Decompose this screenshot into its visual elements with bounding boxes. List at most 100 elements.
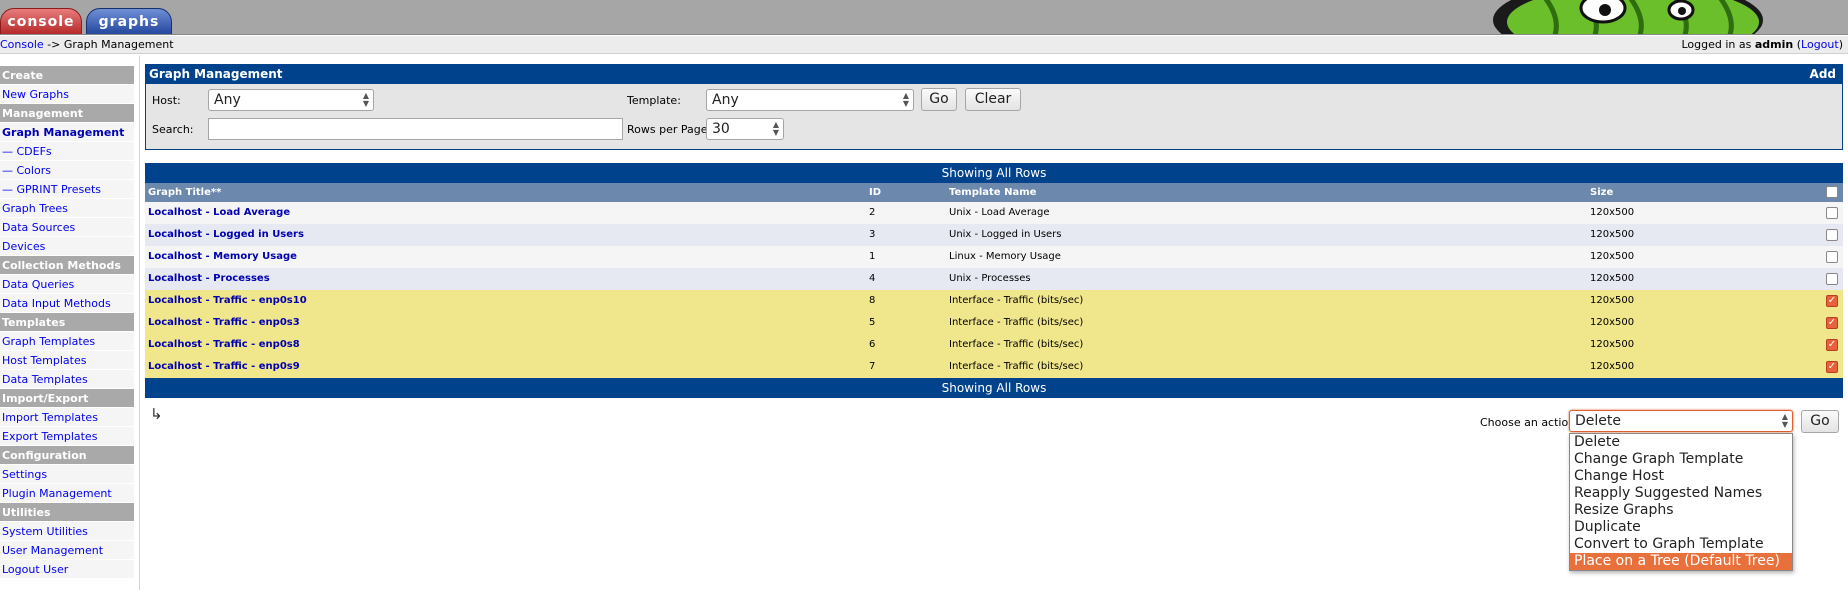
rows-per-page-value: 30 xyxy=(712,121,730,137)
table-row[interactable]: Localhost - Memory Usage 1 Linux - Memory … xyxy=(145,246,1843,268)
sidebar-item-import-templates[interactable]: Import Templates xyxy=(0,408,134,427)
tab-graphs[interactable]: graphs xyxy=(86,8,172,34)
sidebar-item-cdefs[interactable]: — CDEFs xyxy=(0,142,134,161)
row-checkbox[interactable]: ✓ xyxy=(1826,295,1838,307)
sidebar-item-graph-trees[interactable]: Graph Trees xyxy=(0,199,134,218)
row-checkbox[interactable] xyxy=(1826,229,1838,241)
sidebar-section-configuration: Configuration xyxy=(0,446,134,465)
row-checkbox[interactable] xyxy=(1826,273,1838,285)
table-row[interactable]: Localhost - Traffic - enp0s9 7 Interface -… xyxy=(145,356,1843,378)
row-checkbox[interactable]: ✓ xyxy=(1826,317,1838,329)
action-option[interactable]: Change Graph Template xyxy=(1570,451,1792,468)
search-input[interactable] xyxy=(208,118,623,140)
graph-title-link[interactable]: Localhost - Processes xyxy=(148,268,270,290)
action-select[interactable]: Delete ▲ ▼ xyxy=(1569,410,1793,432)
table-row[interactable]: Localhost - Load Average 2 Unix - Load Ave… xyxy=(145,202,1843,224)
host-select[interactable]: Any ▲ ▼ xyxy=(208,89,374,111)
showing-rows-bottom: Showing All Rows xyxy=(145,378,1843,398)
graph-id: 3 xyxy=(869,229,876,240)
table-row[interactable]: Localhost - Traffic - enp0s8 6 Interface -… xyxy=(145,334,1843,356)
corner-arrow-icon: ↳ xyxy=(150,405,163,423)
breadcrumb-console-link[interactable]: Console xyxy=(0,38,44,51)
graph-title-link[interactable]: Localhost - Load Average xyxy=(148,202,290,224)
template-select[interactable]: Any ▲ ▼ xyxy=(706,89,914,111)
sidebar-item-settings[interactable]: Settings xyxy=(0,465,134,484)
rows-per-page-select[interactable]: 30 ▲ ▼ xyxy=(706,118,784,140)
graph-size: 120x500 xyxy=(1590,207,1635,218)
graph-title-link[interactable]: Localhost - Logged in Users xyxy=(148,224,304,246)
table-row[interactable]: Localhost - Traffic - enp0s3 5 Interface -… xyxy=(145,312,1843,334)
action-option[interactable]: Place on a Tree (Default Tree) xyxy=(1570,553,1792,570)
table-header: Graph Title** ID Template Name Size xyxy=(145,183,1843,202)
select-all-checkbox[interactable] xyxy=(1826,186,1838,198)
action-go-button[interactable]: Go xyxy=(1801,410,1839,433)
sidebar-item-plugin-management[interactable]: Plugin Management xyxy=(0,484,134,503)
table-body: Localhost - Load Average 2 Unix - Load Ave… xyxy=(145,202,1843,378)
header-id[interactable]: ID xyxy=(869,183,881,202)
showing-rows-top: Showing All Rows xyxy=(145,163,1843,183)
filter-clear-button[interactable]: Clear xyxy=(965,88,1021,111)
graph-title-link[interactable]: Localhost - Traffic - enp0s9 xyxy=(148,356,300,378)
graph-id: 6 xyxy=(869,339,876,350)
row-checkbox[interactable]: ✓ xyxy=(1826,361,1838,373)
add-button[interactable]: Add xyxy=(1810,65,1836,84)
row-checkbox[interactable] xyxy=(1826,207,1838,219)
sidebar-item-data-templates[interactable]: Data Templates xyxy=(0,370,134,389)
sidebar-item-logout-user[interactable]: Logout User xyxy=(0,560,134,579)
graph-size: 120x500 xyxy=(1590,317,1635,328)
template-name: Unix - Load Average xyxy=(949,207,1050,218)
action-option[interactable]: Reapply Suggested Names xyxy=(1570,485,1792,502)
sidebar-item-graph-templates[interactable]: Graph Templates xyxy=(0,332,134,351)
breadcrumb: Console -> Graph Management xyxy=(0,36,174,53)
header-graph-title[interactable]: Graph Title** xyxy=(148,183,221,202)
sidebar-item-user-management[interactable]: User Management xyxy=(0,541,134,560)
sidebar-item-graph-management[interactable]: Graph Management xyxy=(0,123,134,142)
sidebar-item-gprint-presets[interactable]: — GPRINT Presets xyxy=(0,180,134,199)
table-row[interactable]: Localhost - Logged in Users 3 Unix - Logge… xyxy=(145,224,1843,246)
template-name: Linux - Memory Usage xyxy=(949,251,1061,262)
sidebar-section-collection-methods: Collection Methods xyxy=(0,256,134,275)
action-option[interactable]: Resize Graphs xyxy=(1570,502,1792,519)
sidebar-item-data-input-methods[interactable]: Data Input Methods xyxy=(0,294,134,313)
row-checkbox[interactable] xyxy=(1826,251,1838,263)
header-template-name[interactable]: Template Name xyxy=(949,183,1036,202)
template-select-value: Any xyxy=(712,92,739,108)
select-arrows-icon: ▲ ▼ xyxy=(902,91,909,108)
filter-body: Host: Any ▲ ▼ Template: Any ▲ ▼ Go Clear Sea… xyxy=(146,84,1842,149)
sidebar-item-export-templates[interactable]: Export Templates xyxy=(0,427,134,446)
graph-id: 8 xyxy=(869,295,876,306)
sidebar-item-colors[interactable]: — Colors xyxy=(0,161,134,180)
table-row[interactable]: Localhost - Processes 4 Unix - Processes 12… xyxy=(145,268,1843,290)
graph-title-link[interactable]: Localhost - Memory Usage xyxy=(148,246,297,268)
sidebar-item-host-templates[interactable]: Host Templates xyxy=(0,351,134,370)
sidebar-item-system-utilities[interactable]: System Utilities xyxy=(0,522,134,541)
action-dropdown-list: Delete Change Graph Template Change Host Re… xyxy=(1569,433,1793,571)
header-size: Size xyxy=(1590,187,1614,198)
table-row[interactable]: Localhost - Traffic - enp0s10 8 Interface … xyxy=(145,290,1843,312)
tab-console[interactable]: console xyxy=(0,8,82,34)
row-checkbox[interactable]: ✓ xyxy=(1826,339,1838,351)
graph-id: 4 xyxy=(869,273,876,284)
action-option[interactable]: Change Host xyxy=(1570,468,1792,485)
logout-link[interactable]: Logout xyxy=(1801,38,1839,51)
action-option[interactable]: Delete xyxy=(1570,434,1792,451)
host-select-value: Any xyxy=(214,92,241,108)
host-label: Host: xyxy=(152,94,181,107)
graph-title-link[interactable]: Localhost - Traffic - enp0s10 xyxy=(148,290,307,312)
search-label: Search: xyxy=(152,123,194,136)
login-prefix: Logged in as xyxy=(1681,38,1755,51)
sidebar-item-data-queries[interactable]: Data Queries xyxy=(0,275,134,294)
breadcrumb-bar: Console -> Graph Management Logged in as… xyxy=(0,36,1848,54)
sidebar-item-new-graphs[interactable]: New Graphs xyxy=(0,85,134,104)
sidebar-item-data-sources[interactable]: Data Sources xyxy=(0,218,134,237)
action-option[interactable]: Duplicate xyxy=(1570,519,1792,536)
graph-title-link[interactable]: Localhost - Traffic - enp0s8 xyxy=(148,334,300,356)
breadcrumb-current: -> Graph Management xyxy=(43,38,174,51)
action-option[interactable]: Convert to Graph Template xyxy=(1570,536,1792,553)
sidebar-item-devices[interactable]: Devices xyxy=(0,237,134,256)
sidebar-section-templates: Templates xyxy=(0,313,134,332)
filter-go-button[interactable]: Go xyxy=(921,88,957,111)
graph-title-link[interactable]: Localhost - Traffic - enp0s3 xyxy=(148,312,300,334)
template-name: Interface - Traffic (bits/sec) xyxy=(949,361,1084,372)
top-bar: console graphs xyxy=(0,0,1848,35)
